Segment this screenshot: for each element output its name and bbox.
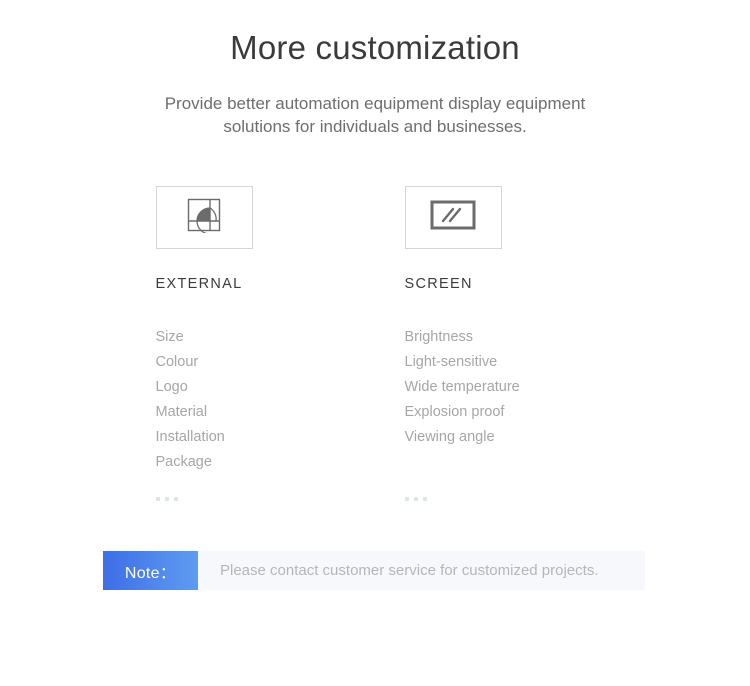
feature-list-screen: Brightness Light-sensitive Wide temperat… [405, 325, 605, 475]
category-label-screen: SCREEN [404, 276, 473, 292]
page-subtitle: Provide better automation equipment disp… [125, 92, 625, 138]
note-text: Please contact customer service for cust… [220, 562, 599, 579]
list-item: Installation [155, 429, 225, 445]
list-item: Logo [155, 379, 188, 395]
list-item: Package [155, 454, 212, 470]
page-title: More customization [230, 29, 520, 66]
ellipsis-dot [164, 497, 169, 501]
list-item: Colour [155, 354, 199, 370]
category-label-external: EXTERNAL [155, 276, 243, 292]
ellipsis-dot [404, 497, 409, 501]
list-item: Material [155, 404, 208, 420]
list-item: Viewing angle [404, 429, 495, 445]
list-item: Brightness [404, 329, 474, 345]
note-tag: Note： [103, 551, 198, 590]
more-ellipsis-external [155, 497, 356, 501]
external-shape-icon [186, 197, 222, 238]
list-item: Size [155, 329, 184, 345]
section-header: More customization Provide better automa… [0, 0, 750, 138]
feature-column-screen: SCREEN Brightness Light-sensitive Wide t… [386, 186, 605, 501]
ellipsis-dot [155, 497, 160, 501]
ellipsis-dot [413, 497, 418, 501]
list-item: Wide temperature [404, 379, 520, 395]
screen-monitor-icon [430, 200, 476, 235]
feature-column-external: EXTERNAL Size Colour Logo Material Insta… [146, 186, 356, 501]
screen-icon-box [404, 186, 502, 249]
feature-columns: EXTERNAL Size Colour Logo Material Insta… [0, 186, 750, 501]
feature-list-external: Size Colour Logo Material Installation P… [156, 325, 356, 475]
ellipsis-dot [422, 497, 427, 501]
external-icon-box [155, 186, 253, 249]
ellipsis-dot [173, 497, 178, 501]
list-item: Explosion proof [404, 404, 505, 420]
page-subtitle-line-2: solutions for individuals and businesses… [223, 117, 527, 136]
page-subtitle-line-1: Provide better automation equipment disp… [164, 94, 586, 113]
list-item: Light-sensitive [404, 354, 498, 370]
more-ellipsis-screen [404, 497, 605, 501]
customization-section: More customization Provide better automa… [0, 0, 750, 686]
note-bar: Note： Please contact customer service fo… [103, 551, 645, 590]
